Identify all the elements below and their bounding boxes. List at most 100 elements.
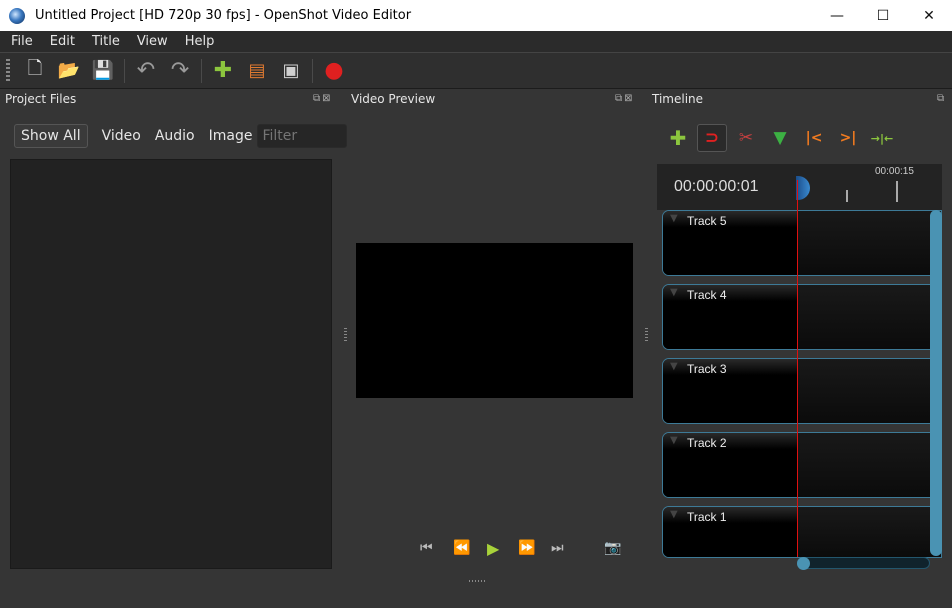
collapse-arrow-icon[interactable]: ▼ <box>670 435 678 446</box>
play-button[interactable]: ▶ <box>487 539 499 558</box>
filter-image-button[interactable]: Image <box>209 128 253 144</box>
toolbar-separator <box>312 58 313 83</box>
play-icon: ▶ <box>487 539 500 558</box>
add-track-button[interactable]: ✚ <box>663 124 693 152</box>
plus-icon: ✚ <box>213 58 233 83</box>
jump-start-button[interactable]: ⏮ <box>420 540 433 556</box>
track-name: Track 1 <box>687 510 727 524</box>
record-icon: ● <box>324 58 344 83</box>
center-icon: →|← <box>870 131 894 145</box>
previous-marker-button[interactable]: |< <box>799 124 829 152</box>
previous-marker-icon: |< <box>805 130 823 146</box>
project-files-dock-buttons[interactable]: ⧉⊠ <box>313 93 333 104</box>
jump-end-button[interactable]: ⏭ <box>551 540 564 556</box>
playhead-line[interactable] <box>797 180 798 557</box>
track-name: Track 2 <box>687 436 727 450</box>
menu-edit[interactable]: Edit <box>44 34 81 49</box>
redo-button[interactable]: ↷ <box>165 56 195 86</box>
film-strip-icon: ▤ <box>248 60 266 81</box>
timecode-display: 00:00:00:01 <box>674 178 759 195</box>
export-video-button[interactable]: ● <box>319 56 349 86</box>
track-name: Track 3 <box>687 362 727 376</box>
magnet-icon: ⊃ <box>704 128 720 148</box>
scissors-icon: ✂ <box>738 128 754 148</box>
collapse-arrow-icon[interactable]: ▼ <box>670 287 678 298</box>
project-files-title: Project Files <box>5 92 77 106</box>
toolbar-grip[interactable] <box>6 58 10 83</box>
main-toolbar: 🗋 📂 💾 ↶ ↷ ✚ ▤ ▣ ● <box>0 52 952 89</box>
undo-icon: ↶ <box>136 58 156 83</box>
track-name: Track 4 <box>687 288 727 302</box>
jump-start-icon: ⏮ <box>420 540 433 556</box>
maximize-button[interactable]: ☐ <box>860 0 906 31</box>
redo-icon: ↷ <box>170 58 190 83</box>
ruler-tick <box>846 190 848 202</box>
video-preview-dock-buttons[interactable]: ⧉⊠ <box>615 93 635 104</box>
rewind-button[interactable]: ⏪ <box>453 540 470 556</box>
splitter-handle[interactable] <box>344 328 347 342</box>
collapse-arrow-icon[interactable]: ▼ <box>670 361 678 372</box>
timeline-horizontal-scroll-knob[interactable] <box>797 557 810 570</box>
openshot-logo-icon <box>9 7 25 24</box>
timeline-horizontal-scrollbar[interactable] <box>797 557 930 569</box>
filter-input[interactable] <box>257 124 348 148</box>
snapping-toggle[interactable]: ⊃ <box>697 124 727 152</box>
menu-view[interactable]: View <box>131 34 174 49</box>
video-preview-canvas[interactable] <box>356 243 633 398</box>
ruler-tick <box>896 181 898 202</box>
splitter-handle[interactable] <box>645 328 648 342</box>
new-file-icon: 🗋 <box>27 57 43 79</box>
timeline-dock-buttons[interactable]: ⧉ <box>937 93 946 104</box>
snapshot-button[interactable]: 📷 <box>604 540 621 556</box>
project-files-list[interactable] <box>10 159 332 569</box>
undo-button[interactable]: ↶ <box>131 56 161 86</box>
toolbar-separator <box>124 58 125 83</box>
minimize-button[interactable]: — <box>814 0 860 31</box>
ruler-time-label: 00:00:15 <box>875 166 914 177</box>
plus-icon: ✚ <box>669 126 687 150</box>
choose-profile-button[interactable]: ▤ <box>242 56 272 86</box>
collapse-arrow-icon[interactable]: ▼ <box>670 213 678 224</box>
video-preview-title: Video Preview <box>351 92 436 106</box>
track-row[interactable]: ▼ Track 4 <box>662 284 942 350</box>
camera-icon: 📷 <box>604 540 622 556</box>
timeline-toolbar: ✚ ⊃ ✂ ▼ |< >| →|← <box>661 124 899 152</box>
filter-audio-button[interactable]: Audio <box>155 128 195 144</box>
new-project-button[interactable]: 🗋 <box>20 56 50 86</box>
splitter-handle[interactable] <box>469 580 486 582</box>
track-row[interactable]: ▼ Track 3 <box>662 358 942 424</box>
folder-open-icon: 📂 <box>57 60 81 81</box>
window-title: Untitled Project [HD 720p 30 fps] - Open… <box>35 8 412 23</box>
track-header <box>663 285 798 349</box>
timeline-title: Timeline <box>652 92 704 106</box>
track-name: Track 5 <box>687 214 727 228</box>
track-header <box>663 433 798 497</box>
next-marker-button[interactable]: >| <box>833 124 863 152</box>
track-row[interactable]: ▼ Track 5 <box>662 210 942 276</box>
menu-help[interactable]: Help <box>179 34 221 49</box>
menu-file[interactable]: File <box>5 34 39 49</box>
filter-show-all-button[interactable]: Show All <box>14 124 88 148</box>
collapse-arrow-icon[interactable]: ▼ <box>670 509 678 520</box>
next-marker-icon: >| <box>839 130 857 146</box>
filter-video-button[interactable]: Video <box>102 128 141 144</box>
razor-button[interactable]: ✂ <box>731 124 761 152</box>
timeline-vertical-scrollbar[interactable] <box>930 210 942 556</box>
save-project-button[interactable]: 💾 <box>88 56 118 86</box>
menu-title[interactable]: Title <box>86 34 126 49</box>
track-row[interactable]: ▼ Track 1 <box>662 506 942 558</box>
fullscreen-icon: ▣ <box>282 60 300 81</box>
add-marker-button[interactable]: ▼ <box>765 124 795 152</box>
menu-bar: File Edit Title View Help <box>0 31 952 52</box>
center-playhead-button[interactable]: →|← <box>867 124 897 152</box>
marker-icon: ▼ <box>773 128 787 148</box>
track-header <box>663 211 798 275</box>
import-files-button[interactable]: ✚ <box>208 56 238 86</box>
fullscreen-button[interactable]: ▣ <box>276 56 306 86</box>
fast-forward-button[interactable]: ⏩ <box>518 540 535 556</box>
close-button[interactable]: ✕ <box>906 0 952 31</box>
open-project-button[interactable]: 📂 <box>54 56 84 86</box>
save-icon: 💾 <box>91 60 115 81</box>
fast-forward-icon: ⏩ <box>518 540 536 556</box>
track-row[interactable]: ▼ Track 2 <box>662 432 942 498</box>
